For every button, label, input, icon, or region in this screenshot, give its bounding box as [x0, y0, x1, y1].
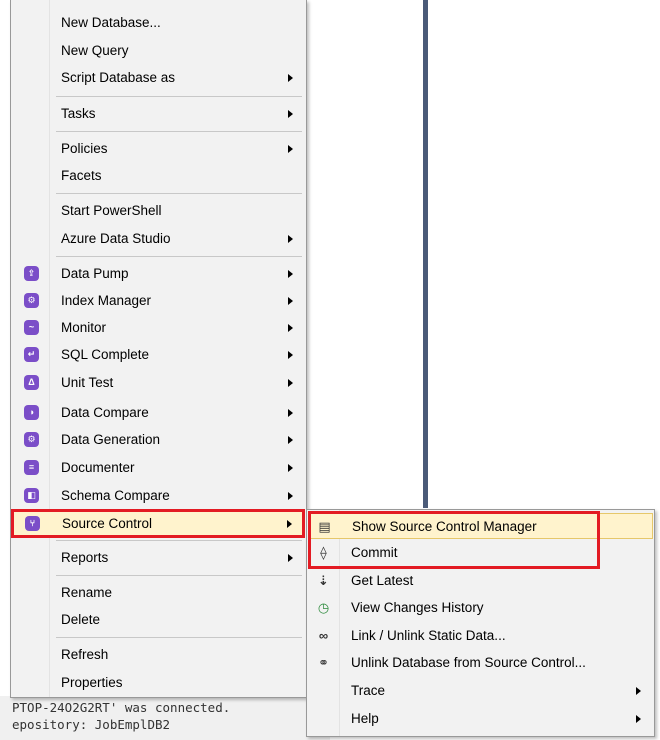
- menu-item-policies[interactable]: Policies: [12, 136, 305, 162]
- data-compare-icon: ◑: [24, 405, 39, 420]
- menu-item-label: Script Database as: [61, 70, 176, 85]
- menu-item-label: Facets: [61, 168, 102, 183]
- menu-item-start-powershell[interactable]: Start PowerShell: [12, 198, 305, 224]
- submenu-arrow-icon: [288, 492, 293, 500]
- menu-item-label: Monitor: [61, 320, 107, 335]
- menu-item-label: Delete: [61, 612, 101, 627]
- sql-complete-icon: ↵: [24, 347, 39, 362]
- menu-separator: [56, 637, 302, 638]
- submenu-arrow-icon: [288, 351, 293, 359]
- menu-item-label: Data Compare: [61, 405, 149, 420]
- menu-separator: [56, 131, 302, 132]
- output-line-2: epository: JobEmplDB2: [12, 717, 171, 732]
- submenu-arrow-icon: [636, 687, 641, 695]
- menu-item-unit-test[interactable]: Δ Unit Test: [12, 370, 305, 396]
- menu-item-label: Help: [351, 711, 379, 726]
- annotation-highlight-source-control: [11, 509, 305, 538]
- submenu-arrow-icon: [288, 74, 293, 82]
- submenu-arrow-icon: [288, 554, 293, 562]
- submenu-arrow-icon: [636, 715, 641, 723]
- menu-item-label: View Changes History: [351, 600, 484, 615]
- menu-item-label: Policies: [61, 141, 108, 156]
- menu-item-data-generation[interactable]: ⚙ Data Generation: [12, 427, 305, 453]
- menu-separator: [56, 256, 302, 257]
- menu-item-label: Tasks: [61, 106, 96, 121]
- menu-item-link-unlink-static-data[interactable]: ∞ Link / Unlink Static Data...: [308, 623, 653, 649]
- menu-separator: [56, 96, 302, 97]
- editor-divider: [423, 0, 428, 508]
- menu-item-facets[interactable]: Facets: [12, 163, 305, 189]
- unit-test-icon: Δ: [24, 375, 39, 390]
- menu-item-label: Refresh: [61, 647, 109, 662]
- menu-item-rename[interactable]: Rename: [12, 580, 305, 606]
- documenter-icon: ≡: [24, 460, 39, 475]
- menu-separator: [56, 193, 302, 194]
- menu-item-new-query[interactable]: New Query: [12, 38, 305, 64]
- menu-item-properties[interactable]: Properties: [12, 670, 305, 696]
- monitor-icon: ~: [24, 320, 39, 335]
- submenu-arrow-icon: [288, 110, 293, 118]
- submenu-arrow-icon: [288, 235, 293, 243]
- menu-item-sql-complete[interactable]: ↵ SQL Complete: [12, 342, 305, 368]
- menu-item-documenter[interactable]: ≡ Documenter: [12, 455, 305, 481]
- menu-item-label: Get Latest: [351, 573, 414, 588]
- menu-item-reports[interactable]: Reports: [12, 545, 305, 571]
- link-icon: ∞: [318, 628, 329, 643]
- menu-item-trace[interactable]: Trace: [308, 678, 653, 704]
- menu-item-label: Rename: [61, 585, 113, 600]
- menu-item-new-database[interactable]: New Database...: [12, 10, 305, 36]
- submenu-arrow-icon: [288, 436, 293, 444]
- menu-item-label: Azure Data Studio: [61, 231, 171, 246]
- menu-item-label: Unlink Database from Source Control...: [351, 655, 586, 670]
- menu-item-label: Schema Compare: [61, 488, 170, 503]
- submenu-arrow-icon: [288, 464, 293, 472]
- unlink-icon: ⚭: [318, 655, 329, 670]
- schema-compare-icon: ◧: [24, 488, 39, 503]
- menu-item-view-changes-history[interactable]: ◷ View Changes History: [308, 595, 653, 621]
- menu-item-label: Link / Unlink Static Data...: [351, 628, 506, 643]
- menu-separator: [56, 575, 302, 576]
- menu-item-label: Unit Test: [61, 375, 114, 390]
- annotation-highlight-commit: [308, 511, 600, 569]
- menu-item-label: Reports: [61, 550, 109, 565]
- data-generation-icon: ⚙: [24, 432, 39, 447]
- menu-item-label: SQL Complete: [61, 347, 150, 362]
- data-pump-icon: ⇪: [24, 266, 39, 281]
- menu-item-label: New Database...: [61, 15, 161, 30]
- menu-item-label: Start PowerShell: [61, 203, 162, 218]
- menu-item-help[interactable]: Help: [308, 706, 653, 732]
- menu-item-unlink-database[interactable]: ⚭ Unlink Database from Source Control...: [308, 650, 653, 676]
- menu-item-delete[interactable]: Delete: [12, 607, 305, 633]
- menu-item-schema-compare[interactable]: ◧ Schema Compare: [12, 483, 305, 509]
- submenu-arrow-icon: [288, 324, 293, 332]
- submenu-arrow-icon: [288, 145, 293, 153]
- menu-item-label: Properties: [61, 675, 123, 690]
- menu-item-refresh[interactable]: Refresh: [12, 642, 305, 668]
- menu-item-label: New Query: [61, 43, 129, 58]
- menu-item-data-pump[interactable]: ⇪ Data Pump: [12, 261, 305, 287]
- menu-item-monitor[interactable]: ~ Monitor: [12, 315, 305, 341]
- menu-item-label: Documenter: [61, 460, 135, 475]
- menu-item-label: Index Manager: [61, 293, 152, 308]
- submenu-arrow-icon: [288, 270, 293, 278]
- submenu-arrow-icon: [288, 379, 293, 387]
- menu-item-azure-data-studio[interactable]: Azure Data Studio: [12, 226, 305, 252]
- database-context-menu: New Database... New Query Script Databas…: [10, 0, 307, 698]
- output-line-1: PTOP-24O2G2RT' was connected.: [12, 700, 231, 715]
- menu-item-script-database-as[interactable]: Script Database as: [12, 65, 305, 91]
- menu-item-index-manager[interactable]: ⚙ Index Manager: [12, 288, 305, 314]
- history-icon: ◷: [317, 600, 330, 615]
- menu-item-get-latest[interactable]: ⇣ Get Latest: [308, 568, 653, 594]
- submenu-arrow-icon: [288, 297, 293, 305]
- menu-item-label: Data Pump: [61, 266, 129, 281]
- menu-item-label: Data Generation: [61, 432, 161, 447]
- menu-item-tasks[interactable]: Tasks: [12, 101, 305, 127]
- menu-separator: [56, 540, 302, 541]
- submenu-arrow-icon: [288, 409, 293, 417]
- output-log: PTOP-24O2G2RT' was connected. epository:…: [0, 696, 330, 740]
- menu-item-label: Trace: [351, 683, 386, 698]
- menu-item-data-compare[interactable]: ◑ Data Compare: [12, 400, 305, 426]
- index-manager-icon: ⚙: [24, 293, 39, 308]
- get-latest-icon: ⇣: [318, 573, 329, 588]
